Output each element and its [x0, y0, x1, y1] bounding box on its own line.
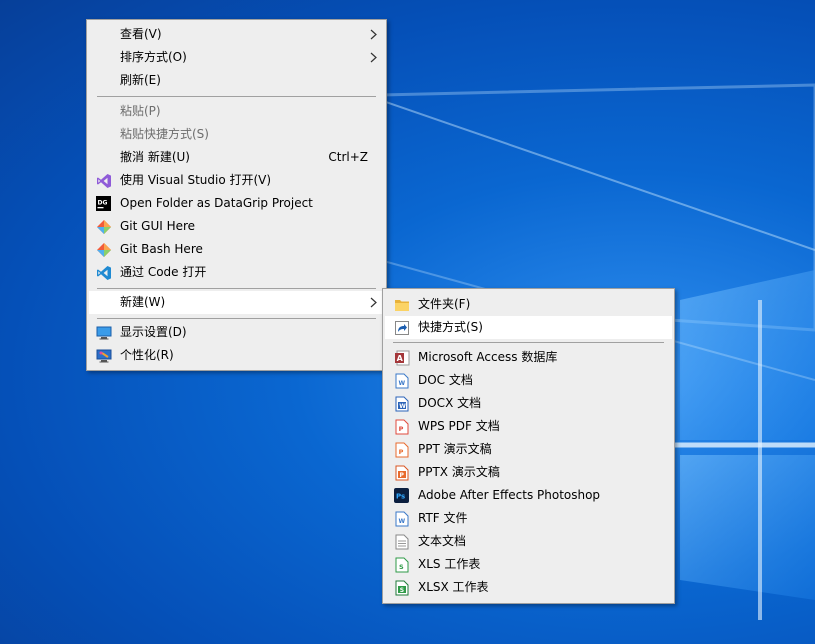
- chevron-right-icon: [370, 29, 377, 40]
- submenu-item-folder[interactable]: 文件夹(F): [385, 293, 672, 316]
- menu-item-git-bash[interactable]: Git Bash Here: [89, 238, 384, 261]
- git-bash-label: Git Bash Here: [120, 242, 203, 256]
- svg-text:Ps: Ps: [396, 493, 405, 501]
- svg-text:P: P: [398, 425, 403, 433]
- git-gui-icon: [95, 218, 112, 235]
- menu-item-paste[interactable]: 粘贴(P): [89, 100, 384, 123]
- sort-by-label: 排序方式(O): [120, 50, 187, 64]
- git-bash-icon: [95, 241, 112, 258]
- menu-item-sort-by[interactable]: 排序方式(O): [89, 46, 384, 69]
- shortcut-arrow-icon: [393, 319, 410, 336]
- folder-icon: [393, 296, 410, 313]
- svg-text:W: W: [399, 403, 406, 410]
- vscode-icon: [95, 264, 112, 281]
- submenu-item-rtf[interactable]: W RTF 文件: [385, 507, 672, 530]
- personalize-icon: [95, 347, 112, 364]
- refresh-label: 刷新(E): [120, 73, 161, 87]
- text-document-icon: [393, 533, 410, 550]
- docx-label: DOCX 文档: [418, 396, 482, 410]
- submenu-item-wps-pdf[interactable]: P WPS PDF 文档: [385, 415, 672, 438]
- submenu-item-text-document[interactable]: 文本文档: [385, 530, 672, 553]
- menu-item-open-visual-studio[interactable]: 使用 Visual Studio 打开(V): [89, 169, 384, 192]
- svg-text:S: S: [399, 587, 403, 594]
- photoshop-icon: Ps: [393, 487, 410, 504]
- chevron-right-icon: [370, 297, 377, 308]
- new-submenu: 文件夹(F) 快捷方式(S) A Microsoft Access 数据库 W …: [382, 288, 675, 604]
- menu-item-open-code[interactable]: 通过 Code 打开: [89, 261, 384, 284]
- submenu-item-photoshop[interactable]: Ps Adobe After Effects Photoshop: [385, 484, 672, 507]
- menu-item-view[interactable]: 查看(V): [89, 23, 384, 46]
- menu-item-refresh[interactable]: 刷新(E): [89, 69, 384, 92]
- git-gui-label: Git GUI Here: [120, 219, 196, 233]
- svg-text:P: P: [399, 472, 404, 479]
- ppt-label: PPT 演示文稿: [418, 442, 492, 456]
- rtf-icon: W: [393, 510, 410, 527]
- new-label: 新建(W): [120, 295, 166, 309]
- menu-item-paste-shortcut[interactable]: 粘贴快捷方式(S): [89, 123, 384, 146]
- view-label: 查看(V): [120, 27, 162, 41]
- pptx-label: PPTX 演示文稿: [418, 465, 500, 479]
- menu-separator: [97, 318, 376, 319]
- personalize-label: 个性化(R): [120, 348, 174, 362]
- svg-text:W: W: [398, 380, 405, 387]
- menu-item-personalize[interactable]: 个性化(R): [89, 344, 384, 367]
- svg-text:DG: DG: [98, 200, 108, 207]
- submenu-item-access[interactable]: A Microsoft Access 数据库: [385, 346, 672, 369]
- rtf-label: RTF 文件: [418, 511, 468, 525]
- menu-separator: [97, 288, 376, 289]
- datagrip-icon: DG: [95, 195, 112, 212]
- menu-item-new[interactable]: 新建(W): [89, 291, 384, 314]
- menu-item-display-settings[interactable]: 显示设置(D): [89, 321, 384, 344]
- open-vs-label: 使用 Visual Studio 打开(V): [120, 173, 272, 187]
- desktop-context-menu: 查看(V) 排序方式(O) 刷新(E) 粘贴(P) 粘贴快捷方式(S) 撤消 新…: [86, 19, 387, 371]
- xlsx-icon: S: [393, 579, 410, 596]
- display-monitor-icon: [95, 324, 112, 341]
- pptx-icon: P: [393, 464, 410, 481]
- wps-pdf-label: WPS PDF 文档: [418, 419, 500, 433]
- menu-item-git-gui[interactable]: Git GUI Here: [89, 215, 384, 238]
- doc-icon: W: [393, 372, 410, 389]
- svg-text:P: P: [398, 448, 403, 456]
- desktop[interactable]: 查看(V) 排序方式(O) 刷新(E) 粘贴(P) 粘贴快捷方式(S) 撤消 新…: [0, 0, 815, 644]
- xlsx-label: XLSX 工作表: [418, 580, 489, 594]
- shortcut-label: 快捷方式(S): [418, 320, 483, 334]
- xls-label: XLS 工作表: [418, 557, 481, 571]
- menu-item-open-datagrip[interactable]: DG Open Folder as DataGrip Project: [89, 192, 384, 215]
- menu-item-undo-new[interactable]: 撤消 新建(U) Ctrl+Z: [89, 146, 384, 169]
- open-code-label: 通过 Code 打开: [120, 265, 207, 279]
- chevron-right-icon: [370, 52, 377, 63]
- ppt-icon: P: [393, 441, 410, 458]
- svg-text:W: W: [398, 518, 405, 525]
- doc-label: DOC 文档: [418, 373, 473, 387]
- paste-label: 粘贴(P): [120, 104, 161, 118]
- menu-separator: [97, 96, 376, 97]
- submenu-item-pptx[interactable]: P PPTX 演示文稿: [385, 461, 672, 484]
- xls-icon: S: [393, 556, 410, 573]
- menu-separator: [393, 342, 664, 343]
- access-label: Microsoft Access 数据库: [418, 350, 558, 364]
- wps-pdf-icon: P: [393, 418, 410, 435]
- undo-keyboard-shortcut: Ctrl+Z: [328, 150, 368, 164]
- display-settings-label: 显示设置(D): [120, 325, 187, 339]
- submenu-item-xls[interactable]: S XLS 工作表: [385, 553, 672, 576]
- submenu-item-docx[interactable]: W DOCX 文档: [385, 392, 672, 415]
- paste-shortcut-label: 粘贴快捷方式(S): [120, 127, 209, 141]
- submenu-item-shortcut[interactable]: 快捷方式(S): [385, 316, 672, 339]
- open-datagrip-label: Open Folder as DataGrip Project: [120, 196, 313, 210]
- photoshop-label: Adobe After Effects Photoshop: [418, 488, 601, 502]
- submenu-item-xlsx[interactable]: S XLSX 工作表: [385, 576, 672, 599]
- text-document-label: 文本文档: [418, 534, 467, 548]
- docx-icon: W: [393, 395, 410, 412]
- visual-studio-icon: [95, 172, 112, 189]
- undo-new-label: 撤消 新建(U): [120, 150, 190, 164]
- submenu-item-ppt[interactable]: P PPT 演示文稿: [385, 438, 672, 461]
- submenu-item-doc[interactable]: W DOC 文档: [385, 369, 672, 392]
- svg-text:A: A: [396, 354, 403, 363]
- svg-text:S: S: [399, 563, 404, 571]
- access-icon: A: [393, 349, 410, 366]
- folder-label: 文件夹(F): [418, 297, 471, 311]
